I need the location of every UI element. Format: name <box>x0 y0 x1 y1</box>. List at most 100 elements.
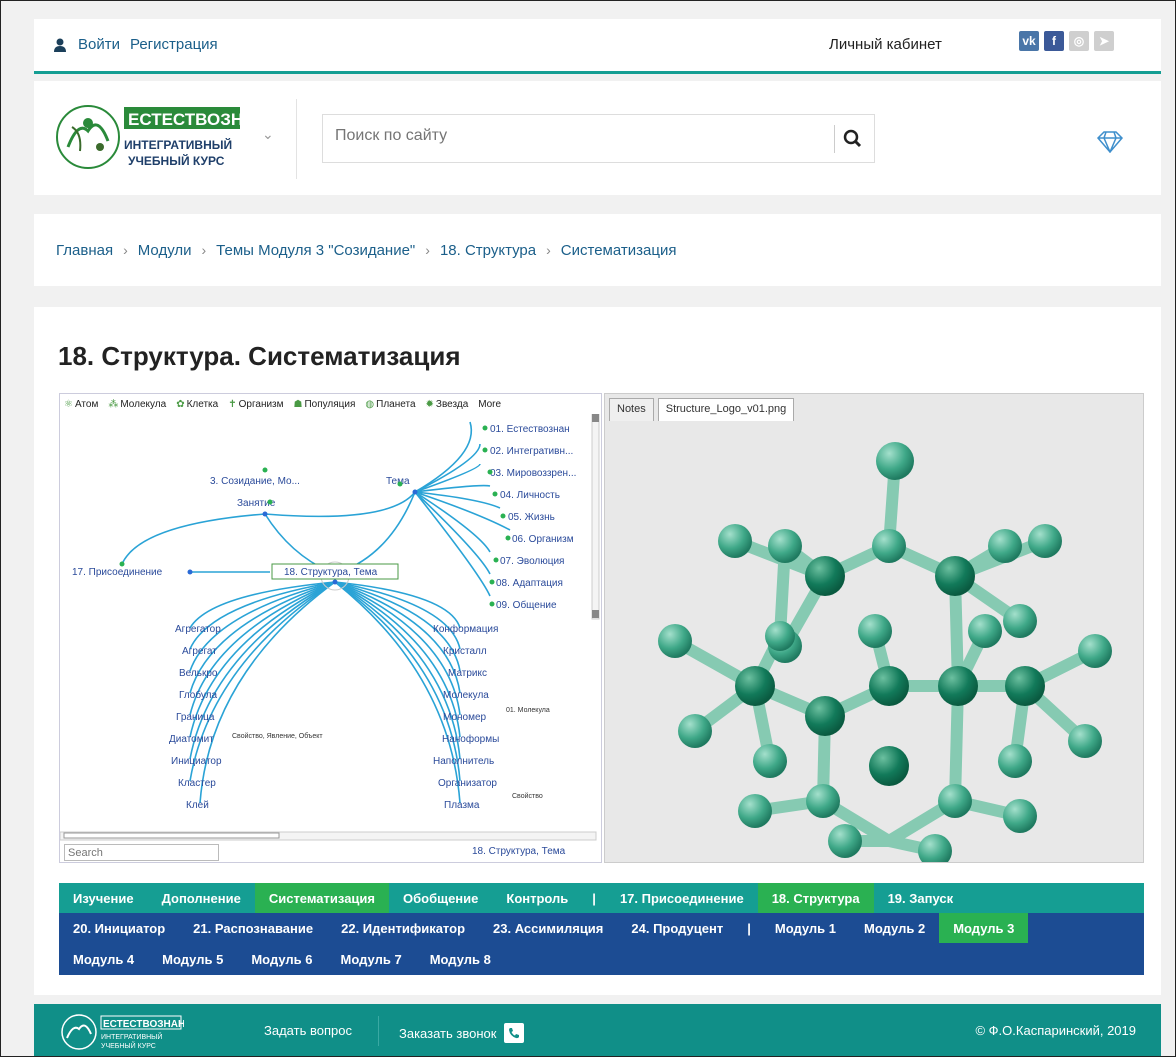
svg-text:УЧЕБНЫЙ КУРС: УЧЕБНЫЙ КУРС <box>101 1041 156 1050</box>
telegram-icon[interactable]: ➤ <box>1094 31 1114 51</box>
breadcrumb-separator: › <box>123 242 128 258</box>
search-divider <box>834 125 835 153</box>
child-left[interactable]: Инициатор <box>171 756 222 767</box>
node-right[interactable]: 09. Общение <box>496 599 557 611</box>
child-left[interactable]: Глобула <box>179 689 217 701</box>
child-left[interactable]: Граница <box>176 712 215 723</box>
nav-control[interactable]: Контроль <box>492 883 582 913</box>
svg-text:ЕСТЕСТВОЗНАНИЕ: ЕСТЕСТВОЗНАНИЕ <box>128 110 244 129</box>
register-link[interactable]: Регистрация <box>130 36 218 53</box>
mindmap-current-node[interactable]: 18. Структура, Тема <box>472 846 565 857</box>
nav-topic-23[interactable]: 23. Ассимиляция <box>479 913 617 943</box>
node-right[interactable]: 02. Интегративн... <box>490 446 573 457</box>
nav-module-4[interactable]: Модуль 4 <box>59 943 148 975</box>
site-logo[interactable]: ЕСТЕСТВОЗНАНИЕ ИНТЕГРАТИВНЫЙ УЧЕБНЫЙ КУР… <box>54 101 244 173</box>
node-structure[interactable]: 18. Структура, Тема <box>284 567 378 578</box>
child-right[interactable]: Мономер <box>443 712 487 723</box>
nav-module-8[interactable]: Модуль 8 <box>416 943 505 975</box>
page-title: 18. Структура. Систематизация <box>58 341 461 371</box>
child-left[interactable]: Диатомит <box>169 734 214 745</box>
mindmap-viewer[interactable]: ⚛ Атом ⁂ Молекула ✿ Клетка ✝ Организм ☗ Попул… <box>59 393 602 863</box>
child-left[interactable]: Агрегатор <box>175 624 221 635</box>
nav-module-7[interactable]: Модуль 7 <box>327 943 416 975</box>
child-right[interactable]: Плазма <box>444 800 480 811</box>
toolbar-population[interactable]: ☗ Популяция <box>294 399 356 410</box>
nav-module-6[interactable]: Модуль 6 <box>237 943 326 975</box>
toolbar-planet[interactable]: ◍ Планета <box>365 399 415 410</box>
mindmap-canvas[interactable]: 3. Созидание, Мо... Занятие Тема 01. Ест… <box>60 414 602 844</box>
vk-icon[interactable]: vk <box>1019 31 1039 51</box>
breadcrumb-home[interactable]: Главная <box>56 242 113 259</box>
diamond-icon[interactable] <box>1096 131 1124 153</box>
node-right[interactable]: 05. Жизнь <box>508 512 555 523</box>
search-icon[interactable] <box>842 128 864 150</box>
request-call-link[interactable]: Заказать звонок <box>399 1023 525 1043</box>
node-right[interactable]: 08. Адаптация <box>496 578 563 589</box>
tab-notes[interactable]: Notes <box>609 398 654 421</box>
nav-module-3[interactable]: Модуль 3 <box>939 913 1029 943</box>
toolbar-molecule[interactable]: ⁂ Молекула <box>108 399 166 410</box>
child-left[interactable]: Клей <box>186 800 209 811</box>
molecule-icon: ⁂ <box>108 398 119 410</box>
child-right[interactable]: Кристалл <box>443 646 487 657</box>
mindmap-toolbar: ⚛ Атом ⁂ Молекула ✿ Клетка ✝ Организм ☗ Попул… <box>60 394 601 414</box>
nav-topic-21[interactable]: 21. Распознавание <box>179 913 327 943</box>
child-right[interactable]: Конформация <box>433 623 498 635</box>
svg-text:ИНТЕГРАТИВНЫЙ: ИНТЕГРАТИВНЫЙ <box>101 1032 162 1041</box>
node-attachment[interactable]: 17. Присоединение <box>72 567 163 578</box>
child-right[interactable]: Организатор <box>438 778 497 789</box>
child-left[interactable]: Кластер <box>178 778 216 789</box>
toolbar-star[interactable]: ✹ Звезда <box>426 399 469 410</box>
child-right[interactable]: Молекула <box>443 690 489 701</box>
planet-icon: ◍ <box>365 398 375 410</box>
nav-topic-18[interactable]: 18. Структура <box>757 883 874 913</box>
node-creation[interactable]: 3. Созидание, Мо... <box>210 476 300 487</box>
nav-module-2[interactable]: Модуль 2 <box>850 913 939 943</box>
request-call-label: Заказать звонок <box>399 1025 497 1041</box>
breadcrumb-current: Систематизация <box>560 241 677 259</box>
site-footer: ЕСТЕСТВОЗНАНИЕ ИНТЕГРАТИВНЫЙ УЧЕБНЫЙ КУР… <box>34 1004 1161 1056</box>
chevron-down-icon[interactable]: ⌄ <box>262 126 274 143</box>
nav-topic-22[interactable]: 22. Идентификатор <box>327 913 479 943</box>
child-right[interactable]: Наноформы <box>442 733 499 745</box>
breadcrumb-structure[interactable]: 18. Структура <box>440 242 536 259</box>
facebook-icon[interactable]: f <box>1044 31 1064 51</box>
nav-module-1[interactable]: Модуль 1 <box>761 913 850 943</box>
breadcrumb-modules[interactable]: Модули <box>138 242 192 259</box>
node-right[interactable]: 06. Организм <box>512 534 574 545</box>
child-left[interactable]: Велькро <box>179 668 218 679</box>
mindmap-search-input[interactable] <box>64 844 219 861</box>
nav-separator: | <box>747 920 751 936</box>
toolbar-cell[interactable]: ✿ Клетка <box>176 399 218 410</box>
breadcrumb-module-topics[interactable]: Темы Модуля 3 "Созидание" <box>216 242 415 259</box>
nav-generalization[interactable]: Обобщение <box>389 883 492 913</box>
nav-topic-20[interactable]: 20. Инициатор <box>59 913 179 943</box>
toolbar-atom[interactable]: ⚛ Атом <box>64 399 98 410</box>
cabinet-link[interactable]: Личный кабинет <box>829 36 942 53</box>
nav-study[interactable]: Изучение <box>59 883 148 913</box>
ask-question-link[interactable]: Задать вопрос <box>264 1023 352 1038</box>
node-right[interactable]: 01. Естествознан <box>490 424 570 435</box>
nav-topic-19[interactable]: 19. Запуск <box>874 883 968 913</box>
footer-logo[interactable]: ЕСТЕСТВОЗНАНИЕ ИНТЕГРАТИВНЫЙ УЧЕБНЫЙ КУР… <box>59 1012 184 1052</box>
search-input[interactable] <box>335 127 815 145</box>
nav-systematization[interactable]: Систематизация <box>254 883 389 913</box>
nav-topic-17[interactable]: 17. Присоединение <box>606 883 758 913</box>
tab-structure-logo[interactable]: Structure_Logo_v01.png <box>657 398 795 421</box>
nav-module-5[interactable]: Модуль 5 <box>148 943 237 975</box>
nav-topic-24[interactable]: 24. Продуцент <box>617 913 737 943</box>
toolbar-more[interactable]: More <box>478 399 501 410</box>
child-right[interactable]: Матрикс <box>448 668 487 679</box>
nav-supplement[interactable]: Дополнение <box>148 883 255 913</box>
star-icon: ✹ <box>425 398 434 410</box>
child-right[interactable]: Наполнитель <box>433 756 494 767</box>
instagram-icon[interactable]: ◎ <box>1069 31 1089 51</box>
node-right[interactable]: 04. Личность <box>500 490 560 501</box>
node-right[interactable]: 07. Эволюция <box>500 556 564 567</box>
toolbar-organism[interactable]: ✝ Организм <box>228 399 283 410</box>
page-frame: Войти Регистрация Личный кабинет vk f ◎ … <box>0 0 1176 1057</box>
login-link[interactable]: Войти <box>78 36 120 53</box>
child-left[interactable]: Агрегат <box>182 646 217 657</box>
molecule-image <box>658 442 1112 862</box>
node-right[interactable]: 03. Мировоззрен... <box>490 468 576 479</box>
